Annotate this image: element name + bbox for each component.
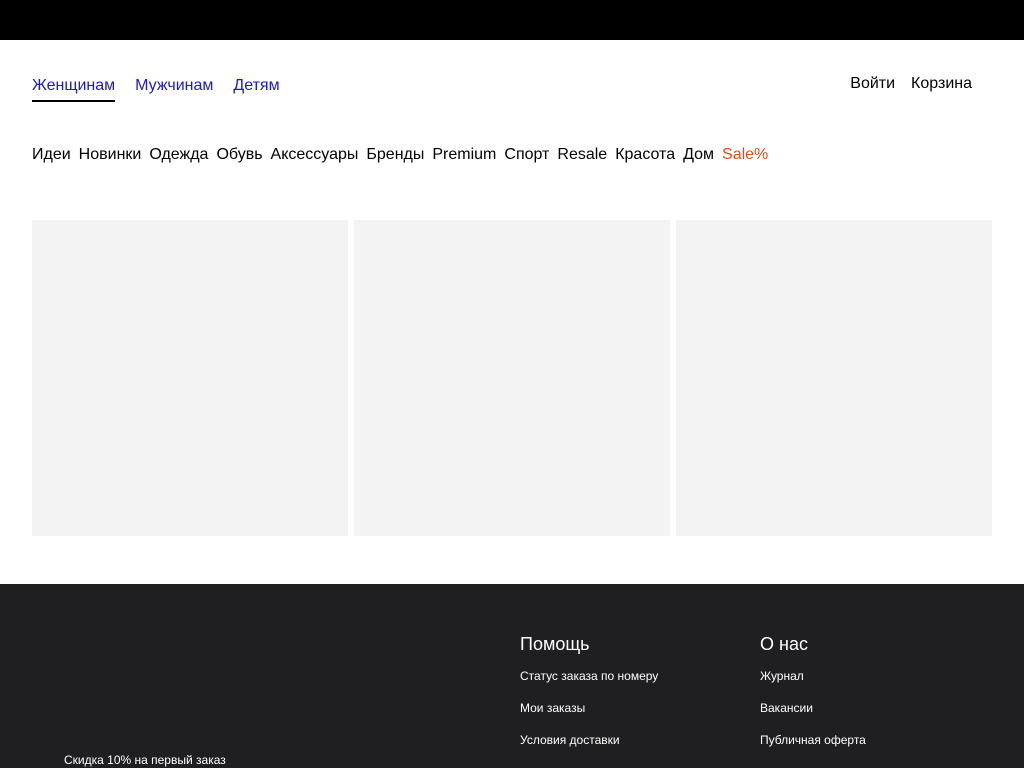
promo-cards xyxy=(32,220,992,536)
footer: Помощь Статус заказа по номеру Мои заказ… xyxy=(0,584,1024,768)
footer-help-heading: Помощь xyxy=(520,634,590,654)
category-nav: Идеи Новинки Одежда Обувь Аксессуары Бре… xyxy=(32,143,768,167)
category-accessories[interactable]: Аксессуары xyxy=(271,143,359,167)
category-new[interactable]: Новинки xyxy=(79,143,142,167)
footer-link-my-orders[interactable]: Мои заказы xyxy=(520,700,658,716)
category-resale[interactable]: Resale xyxy=(557,143,607,167)
category-clothing[interactable]: Одежда xyxy=(149,143,208,167)
category-ideas[interactable]: Идеи xyxy=(32,143,71,167)
category-sale[interactable]: Sale% xyxy=(722,143,768,167)
category-home[interactable]: Дом xyxy=(683,143,714,167)
tab-women[interactable]: Женщинам xyxy=(32,74,116,102)
footer-about-heading: О нас xyxy=(760,634,808,654)
login-link[interactable]: Войти xyxy=(850,72,895,96)
category-shoes[interactable]: Обувь xyxy=(216,143,262,167)
promo-card[interactable] xyxy=(354,220,670,536)
tab-kids[interactable]: Детям xyxy=(233,74,279,102)
footer-link-order-status[interactable]: Статус заказа по номеру xyxy=(520,668,658,684)
footer-link-delivery-terms[interactable]: Условия доставки xyxy=(520,732,658,748)
footer-link-public-offer[interactable]: Публичная оферта xyxy=(760,732,866,748)
promo-card[interactable] xyxy=(32,220,348,536)
footer-help-column: Помощь Статус заказа по номеру Мои заказ… xyxy=(520,632,658,764)
cart-link[interactable]: Корзина xyxy=(911,72,972,96)
gender-nav: Женщинам Мужчинам Детям xyxy=(32,74,280,102)
tab-men[interactable]: Мужчинам xyxy=(135,74,213,102)
top-bar xyxy=(0,0,1024,40)
promo-card[interactable] xyxy=(676,220,992,536)
footer-link-journal[interactable]: Журнал xyxy=(760,668,866,684)
category-brands[interactable]: Бренды xyxy=(366,143,424,167)
category-premium[interactable]: Premium xyxy=(432,143,496,167)
footer-promo-text: Скидка 10% на первый заказ xyxy=(64,753,226,767)
account-nav: Войти Корзина xyxy=(850,72,972,96)
footer-about-column: О нас Журнал Вакансии Публичная оферта xyxy=(760,632,866,764)
category-sport[interactable]: Спорт xyxy=(504,143,549,167)
footer-link-vacancies[interactable]: Вакансии xyxy=(760,700,866,716)
category-beauty[interactable]: Красота xyxy=(615,143,675,167)
